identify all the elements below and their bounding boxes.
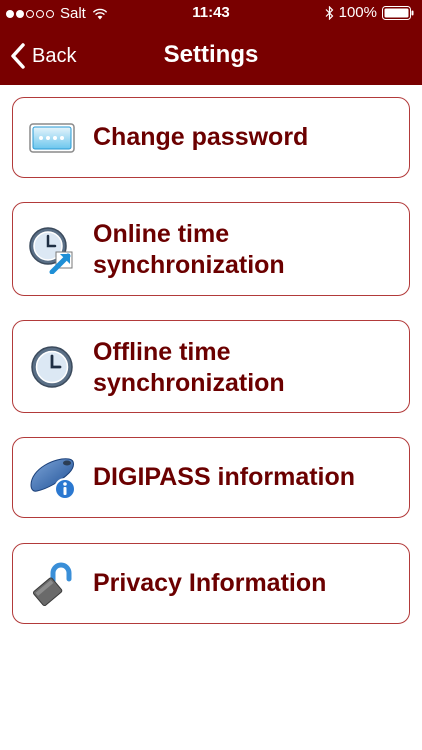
privacy-information-label: Privacy Information xyxy=(93,569,327,597)
offline-time-sync-label: Offline time synchronization xyxy=(93,338,285,397)
header: Salt 11:43 100% Back Settings xyxy=(0,0,422,85)
settings-screen: Salt 11:43 100% Back Settings Change pas… xyxy=(0,0,422,750)
offline-time-sync-button[interactable]: Offline time synchronization xyxy=(12,320,410,413)
clock-icon xyxy=(27,342,77,392)
online-time-sync-label: Online time synchronization xyxy=(93,220,285,279)
battery-icon xyxy=(382,5,414,20)
digipass-information-label: DIGIPASS information xyxy=(93,463,356,491)
privacy-lock-icon xyxy=(27,559,77,609)
battery-percent: 100% xyxy=(338,4,377,21)
navigation-bar: Back Settings xyxy=(0,28,422,85)
change-password-label: Change password xyxy=(93,123,309,151)
bluetooth-icon xyxy=(325,5,333,20)
digipass-info-icon xyxy=(27,453,77,503)
status-bar: Salt 11:43 100% xyxy=(0,0,422,28)
digipass-information-button[interactable]: DIGIPASS information xyxy=(12,437,410,518)
page-title: Settings xyxy=(163,41,259,68)
password-field-icon xyxy=(27,113,77,163)
change-password-button[interactable]: Change password xyxy=(12,97,410,178)
online-time-sync-button[interactable]: Online time synchronization xyxy=(12,202,410,296)
privacy-information-button[interactable]: Privacy Information xyxy=(12,543,410,624)
status-right: 100% xyxy=(325,4,414,21)
online-clock-sync-icon xyxy=(27,225,77,275)
